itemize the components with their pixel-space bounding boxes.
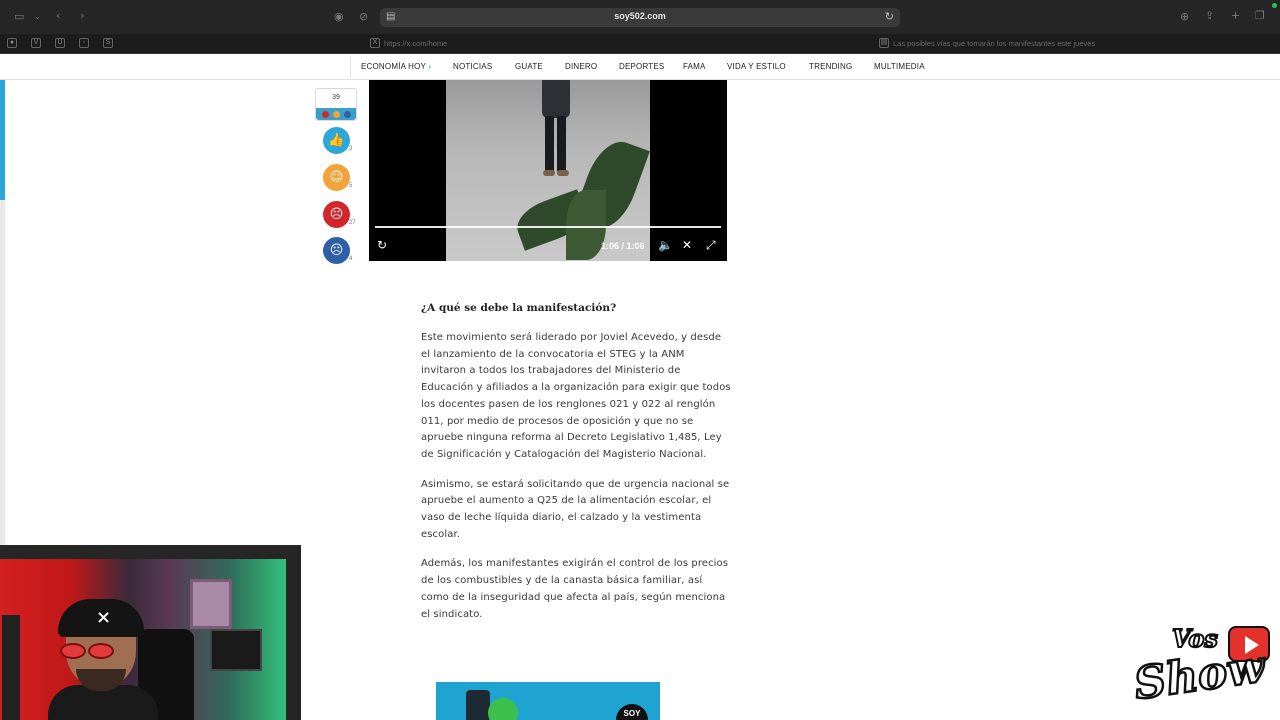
reaction-count-sad: 4 [349, 256, 353, 262]
reaction-total-box: 39 [315, 88, 357, 121]
nav-item-trending[interactable]: TRENDING [809, 62, 852, 71]
sad-mini-icon [344, 111, 351, 118]
nav-item-noticias[interactable]: NOTICIAS [453, 62, 492, 71]
room-tv [210, 629, 262, 671]
reaction-count-laugh: 5 [349, 183, 353, 189]
whatsapp-ad-banner[interactable]: SOY 502 [436, 682, 660, 720]
article-tab-icon: ▤ [879, 38, 889, 48]
soy502-logo: SOY 502 [616, 704, 648, 720]
article-paragraph: Este movimiento será liderado por Joviel… [421, 332, 731, 460]
article-paragraph: Asimismo, se estará solicitando que de u… [421, 478, 730, 540]
x-logo-icon: X [370, 38, 380, 48]
cap-logo-icon: ⨯ [96, 607, 112, 628]
laughing-mini-icon [333, 111, 340, 118]
pinned-tab-icon[interactable]: ◦ [79, 38, 89, 48]
streamer: ⨯ [48, 599, 158, 720]
pinned-tab-icon[interactable]: ● [7, 38, 17, 48]
reaction-count-like: 3 [349, 146, 353, 152]
laughing-face-icon[interactable]: ☺ [323, 164, 350, 191]
share-icon[interactable]: ⇪ [1205, 10, 1214, 22]
x-share-icon[interactable]: ✕ [682, 238, 692, 252]
video-person [536, 80, 574, 176]
tab-bar: ● V U ◦ S X https://x.com/home ▤ Las pos… [0, 34, 1280, 54]
sidebar-toggle-icon[interactable]: ▭ [14, 11, 24, 23]
tab-overview-icon[interactable]: ❐ [1255, 10, 1265, 22]
download-icon[interactable]: ⊕ [1180, 11, 1189, 23]
tab-x-home[interactable]: https://x.com/home [384, 39, 447, 48]
nav-item-dinero[interactable]: DINERO [565, 62, 597, 71]
tab-article[interactable]: Las posibles vías que tomarán los manife… [893, 39, 1095, 48]
plant-leaf [566, 190, 606, 260]
nav-item-guate[interactable]: GUATE [515, 62, 543, 71]
accent-bar [0, 80, 5, 200]
microphone-stand [2, 615, 20, 720]
pinned-tab-icon[interactable]: V [31, 38, 41, 48]
reaction-count-angry: 27 [349, 220, 356, 226]
nav-item-multimedia[interactable]: MULTIMEDIA [874, 62, 925, 71]
reaction-summary-band [316, 108, 356, 120]
video-progress-bar[interactable] [375, 226, 721, 228]
article-body: ¿A qué se debe la manifestación? Este mo… [421, 302, 731, 636]
nav-divider [350, 56, 351, 78]
webcam-scene: ⨯ [0, 559, 286, 720]
pinned-tab-icon[interactable]: S [103, 38, 113, 48]
cap: ⨯ [58, 599, 144, 637]
url-text: soy502.com [614, 11, 666, 21]
browser-toolbar: ▭ ⌄ ‹ › ◉ ⊘ ▤ soy502.com ↻ ⊕ ⇪ + ❐ [0, 0, 1280, 34]
site-navigation: ECONOMÍA HOY › NOTICIAS GUATE DINERO DEP… [0, 54, 1280, 80]
fullscreen-icon[interactable]: ⤢ [706, 238, 716, 253]
chevron-down-icon[interactable]: ⌄ [34, 11, 41, 23]
channel-logo: Vos Show [1130, 622, 1272, 717]
thumbs-up-icon[interactable]: 👍 [323, 127, 350, 154]
webcam-overlay: ⨯ [0, 545, 301, 720]
nav-item-vida-y-estilo[interactable]: VIDA Y ESTILO [727, 62, 786, 71]
chevron-right-icon: › [428, 62, 432, 71]
nav-item-economia-hoy[interactable]: ECONOMÍA HOY › [361, 62, 431, 71]
shield-icon[interactable]: ◉ [334, 11, 344, 23]
forward-icon[interactable]: › [80, 10, 84, 22]
video-frame [446, 80, 650, 261]
angry-face-icon[interactable]: ☹ [323, 201, 350, 228]
video-player[interactable]: ↻ 1:06 / 1:06 🔈 ✕ ⤢ [369, 80, 727, 261]
back-icon[interactable]: ‹ [56, 10, 60, 22]
phone-graphic [466, 690, 490, 720]
pinned-tab-icon[interactable]: U [55, 38, 65, 48]
section-heading: ¿A qué se debe la manifestación? [421, 302, 617, 314]
scroll-track [0, 200, 5, 545]
sad-face-icon[interactable]: ☹ [323, 237, 350, 264]
new-tab-icon[interactable]: + [1231, 10, 1240, 22]
room-window [190, 579, 232, 629]
nav-item-deportes[interactable]: DEPORTES [619, 62, 664, 71]
address-bar[interactable]: ▤ soy502.com ↻ [380, 8, 900, 27]
reload-icon[interactable]: ↻ [885, 10, 894, 23]
video-time: 1:06 / 1:06 [601, 241, 645, 251]
replay-icon[interactable]: ↻ [377, 238, 387, 252]
recording-indicator [1272, 3, 1277, 8]
nav-item-fama[interactable]: FAMA [683, 62, 706, 71]
angry-mini-icon [322, 111, 329, 118]
privacy-icon[interactable]: ⊘ [359, 11, 368, 23]
whatsapp-icon [488, 698, 518, 720]
logo-text-bottom: Show [1130, 640, 1269, 711]
reaction-total: 39 [332, 94, 340, 101]
volume-icon[interactable]: 🔈 [658, 238, 673, 252]
nav-item-label: ECONOMÍA HOY [361, 62, 426, 71]
article-paragraph: Además, los manifestantes exigirán el co… [421, 558, 729, 620]
